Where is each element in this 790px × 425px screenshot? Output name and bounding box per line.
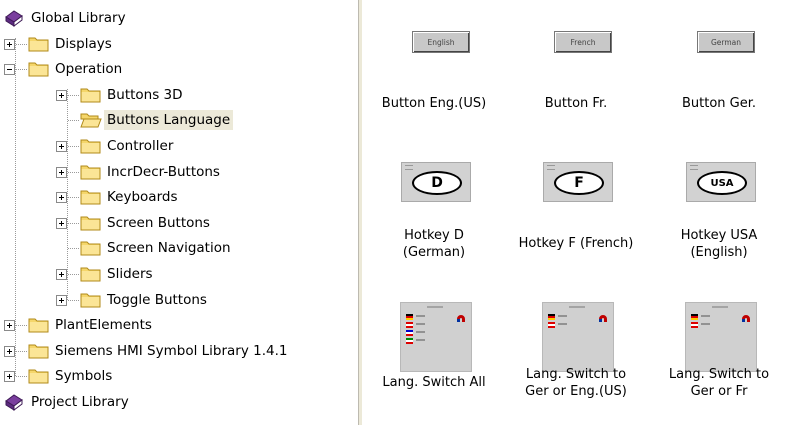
button-thumbnail: English <box>412 31 470 53</box>
tree-item-keyboards[interactable]: Keyboards <box>104 187 181 207</box>
library-item[interactable]: French Button Fr. <box>505 0 647 140</box>
language-switch-thumbnail <box>685 302 757 372</box>
tree-item-screen-buttons[interactable]: Screen Buttons <box>104 213 213 233</box>
language-switch-thumbnail <box>542 302 614 372</box>
library-item-caption: Lang. Switch to Ger or Fr <box>668 367 770 399</box>
tree-item-global-library[interactable]: Global Library <box>28 8 129 28</box>
tree-item-toggle-buttons[interactable]: Toggle Buttons <box>104 290 210 310</box>
tree-connector-line <box>68 197 79 199</box>
folder-icon <box>80 291 102 308</box>
library-item-caption: Lang. Switch to Ger or Eng.(US) <box>525 367 627 399</box>
tree-connector-line <box>68 146 79 147</box>
tree-connector-line <box>68 222 79 224</box>
library-item-caption: Button Eng.(US) <box>381 96 487 111</box>
folder-icon <box>28 60 50 77</box>
thumbnail-marker <box>690 165 698 170</box>
library-tree: Global Library Displays Operation Buttons 3… <box>0 0 358 425</box>
tree-connector-line <box>16 69 27 71</box>
library-book-icon <box>4 9 24 28</box>
library-item[interactable]: English Button Eng.(US) <box>363 0 505 140</box>
tree-item-buttons-3d[interactable]: Buttons 3D <box>104 85 186 105</box>
library-item-caption: Hotkey USA (English) <box>680 228 758 260</box>
library-item-grid: English Button Eng.(US) French Button Fr. Ge… <box>363 0 790 425</box>
tree-item-controller[interactable]: Controller <box>104 136 176 156</box>
library-item[interactable]: Lang. Switch to Ger or Eng.(US) <box>505 279 647 419</box>
tree-item-buttons-language[interactable]: Buttons Language <box>104 110 234 131</box>
tree-connector-line <box>68 94 79 96</box>
library-item[interactable]: D Hotkey D (German) <box>363 140 505 280</box>
button-thumbnail-text: French <box>570 37 596 47</box>
expand-icon[interactable] <box>56 192 67 204</box>
button-thumbnail-text: German <box>710 37 742 47</box>
collapse-icon[interactable] <box>4 64 15 76</box>
tree-item-sliders[interactable]: Sliders <box>104 264 156 284</box>
folder-icon <box>80 239 102 256</box>
tree-item-symbols[interactable]: Symbols <box>52 366 115 386</box>
tree-item-screen-navigation[interactable]: Screen Navigation <box>104 238 234 258</box>
library-item[interactable]: German Button Ger. <box>648 0 790 140</box>
library-item[interactable]: Lang. Switch All <box>363 279 505 419</box>
expand-icon[interactable] <box>56 269 67 280</box>
folder-icon <box>80 86 102 103</box>
folder-icon <box>80 137 102 154</box>
tree-connector-line <box>16 325 27 327</box>
hotkey-thumbnail: F <box>543 162 613 202</box>
folder-open-icon <box>80 111 102 128</box>
language-switch-thumbnail <box>400 302 472 372</box>
expand-icon[interactable] <box>56 89 67 101</box>
thumbnail-marker <box>405 165 413 170</box>
folder-icon <box>28 35 50 52</box>
expand-icon[interactable] <box>56 166 67 178</box>
hotkey-thumbnail: D <box>401 162 471 202</box>
tree-item-plantelements[interactable]: PlantElements <box>52 315 155 335</box>
tree-item-displays[interactable]: Displays <box>52 34 115 54</box>
library-item[interactable]: F Hotkey F (French) <box>505 140 647 280</box>
country-oval-badge: USA <box>697 171 747 195</box>
expand-icon[interactable] <box>4 345 15 357</box>
tree-connector-line <box>16 43 27 45</box>
tree-connector-line <box>68 171 79 173</box>
thumbnail-marker <box>547 165 555 170</box>
country-oval-badge: D <box>412 171 462 195</box>
expand-icon[interactable] <box>56 141 67 152</box>
library-item-caption: Lang. Switch All <box>382 375 486 390</box>
folder-icon <box>80 214 102 231</box>
tree-connector-line <box>68 120 79 122</box>
expand-icon[interactable] <box>56 294 67 306</box>
language-switch-preview <box>406 306 465 344</box>
button-thumbnail: German <box>697 31 755 53</box>
expand-icon[interactable] <box>4 38 15 50</box>
folder-icon <box>28 316 50 333</box>
library-item-caption: Hotkey D (German) <box>402 228 466 260</box>
tree-connector-line <box>16 350 27 352</box>
folder-icon <box>80 188 102 205</box>
tree-connector-line <box>16 376 27 378</box>
folder-icon <box>28 342 50 359</box>
hotkey-thumbnail: USA <box>686 162 756 202</box>
library-item-caption: Hotkey F (French) <box>518 236 634 251</box>
tree-connector-line <box>68 299 79 301</box>
button-thumbnail: French <box>554 31 612 53</box>
folder-icon <box>80 163 102 180</box>
expand-icon[interactable] <box>4 371 15 383</box>
folder-icon <box>28 367 50 384</box>
button-thumbnail-text: English <box>427 37 455 47</box>
tree-item-incrdecr-buttons[interactable]: IncrDecr-Buttons <box>104 162 223 182</box>
tree-item-siemens-hmi-symbol-library-1-4-1[interactable]: Siemens HMI Symbol Library 1.4.1 <box>52 341 290 361</box>
library-book-icon <box>4 393 24 412</box>
library-item[interactable]: Lang. Switch to Ger or Fr <box>648 279 790 419</box>
expand-icon[interactable] <box>4 320 15 332</box>
tree-item-project-library[interactable]: Project Library <box>28 392 132 412</box>
library-item[interactable]: USA Hotkey USA (English) <box>648 140 790 280</box>
library-item-caption: Button Ger. <box>681 96 757 111</box>
expand-icon[interactable] <box>56 217 67 229</box>
tree-item-operation[interactable]: Operation <box>52 59 125 79</box>
language-switch-preview <box>548 306 607 328</box>
library-item-caption: Button Fr. <box>544 96 608 111</box>
tree-connector-line <box>68 274 79 275</box>
country-oval-badge: F <box>554 171 604 195</box>
folder-icon <box>80 265 102 282</box>
language-switch-preview <box>691 306 750 328</box>
tree-connector-line <box>68 248 79 250</box>
